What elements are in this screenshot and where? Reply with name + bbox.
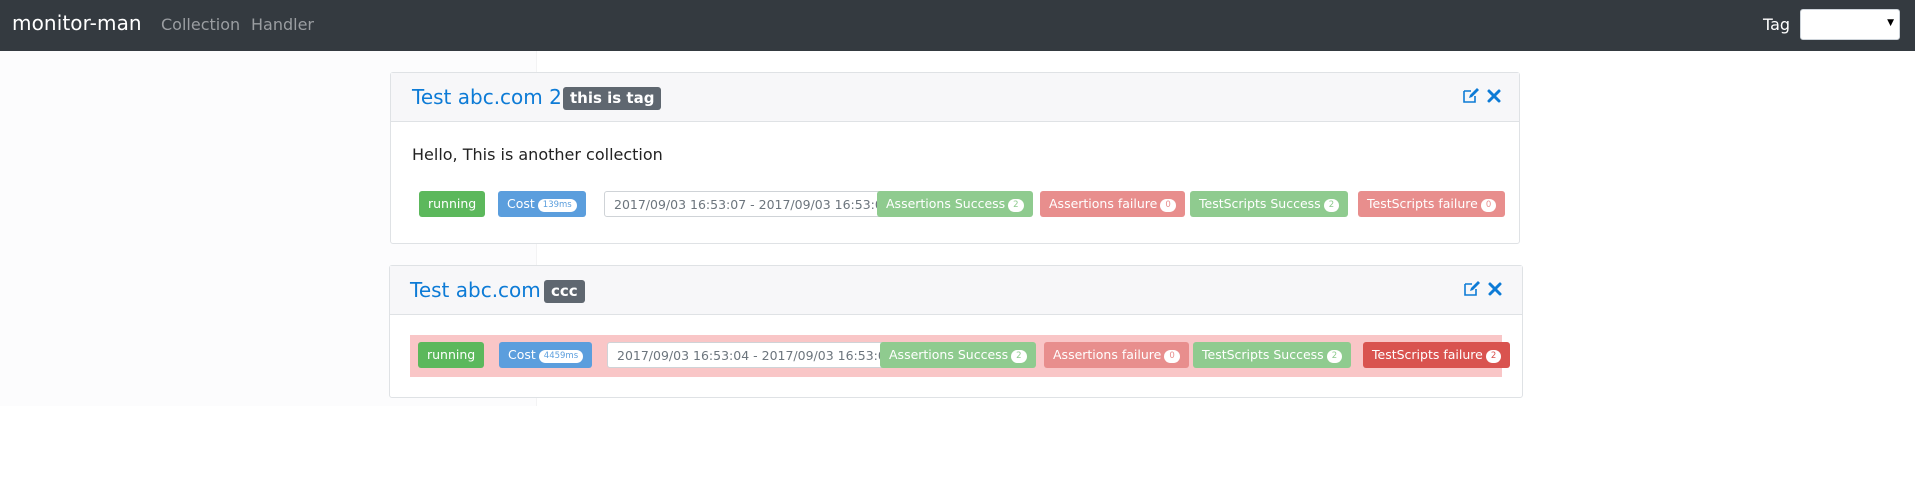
testscripts-failure-count: 2 <box>1485 350 1502 363</box>
testscripts-success-count: 2 <box>1323 199 1340 212</box>
nav-link-handler[interactable]: Handler <box>251 15 314 34</box>
time-range-badge: 2017/09/03 16:53:07 - 2017/09/03 16:53:0… <box>604 191 901 217</box>
cost-label: Cost <box>508 347 536 362</box>
status-badge: running <box>418 342 485 368</box>
edit-icon[interactable] <box>1462 87 1480 105</box>
cost-value: 139ms <box>537 199 577 212</box>
collection-card: Test abc.com ccc running Cost 4459ms 2017… <box>389 265 1523 398</box>
assertions-failure-count: 0 <box>1164 350 1180 363</box>
tag-filter-select[interactable]: ▼ <box>1800 9 1900 40</box>
testscripts-failure-badge: TestScripts failure 2 <box>1363 342 1511 368</box>
time-range-badge: 2017/09/03 16:53:04 - 2017/09/03 16:53:0… <box>607 342 904 368</box>
collection-tag-badge: this is tag <box>563 87 662 110</box>
collection-tag-badge: ccc <box>544 280 585 303</box>
testscripts-failure-label: TestScripts failure <box>1372 347 1483 362</box>
collection-description: Hello, This is another collection <box>412 145 663 164</box>
assertions-success-label: Assertions Success <box>886 196 1006 211</box>
cost-badge: Cost 139ms <box>498 191 586 217</box>
close-icon[interactable] <box>1485 87 1503 105</box>
assertions-success-badge: Assertions Success 2 <box>880 342 1036 368</box>
collection-status-row: running Cost 4459ms 2017/09/03 16:53:04 -… <box>418 342 1511 370</box>
testscripts-success-label: TestScripts Success <box>1202 347 1324 362</box>
testscripts-failure-count: 0 <box>1480 199 1497 212</box>
cost-value: 4459ms <box>538 350 584 363</box>
collection-title[interactable]: Test abc.com 2 <box>412 85 562 109</box>
testscripts-success-label: TestScripts Success <box>1199 196 1321 211</box>
nav-link-collection[interactable]: Collection <box>161 15 240 34</box>
tag-filter-label: Tag <box>1763 15 1791 34</box>
cost-label: Cost <box>507 196 535 211</box>
assertions-success-label: Assertions Success <box>889 347 1009 362</box>
testscripts-success-badge: TestScripts Success 2 <box>1193 342 1352 368</box>
testscripts-success-count: 2 <box>1326 350 1343 363</box>
assertions-failure-badge: Assertions failure 0 <box>1040 191 1185 217</box>
assertions-failure-label: Assertions failure <box>1049 196 1158 211</box>
cost-badge: Cost 4459ms <box>499 342 593 368</box>
status-badge: running <box>419 191 486 217</box>
top-navbar: monitor-man Collection Handler Tag ▼ <box>0 0 1915 51</box>
collection-card-header: Test abc.com 2 this is tag <box>391 73 1519 122</box>
chevron-down-icon: ▼ <box>1887 18 1894 28</box>
assertions-failure-label: Assertions failure <box>1053 347 1162 362</box>
close-icon[interactable] <box>1486 280 1504 298</box>
testscripts-failure-label: TestScripts failure <box>1367 196 1478 211</box>
edit-icon[interactable] <box>1463 280 1481 298</box>
assertions-failure-count: 0 <box>1160 199 1176 212</box>
testscripts-failure-badge: TestScripts failure 0 <box>1358 191 1506 217</box>
assertions-success-badge: Assertions Success 2 <box>877 191 1033 217</box>
collection-card: Test abc.com 2 this is tag Hello, This i… <box>390 72 1520 244</box>
collection-status-row: running Cost 139ms 2017/09/03 16:53:07 - … <box>419 191 1506 219</box>
collection-card-header: Test abc.com ccc <box>390 266 1522 315</box>
collection-title[interactable]: Test abc.com <box>410 278 541 302</box>
testscripts-success-badge: TestScripts Success 2 <box>1190 191 1349 217</box>
assertions-failure-badge: Assertions failure 0 <box>1044 342 1189 368</box>
assertions-success-count: 2 <box>1008 199 1024 212</box>
assertions-success-count: 2 <box>1011 350 1027 363</box>
app-brand[interactable]: monitor-man <box>12 11 142 35</box>
